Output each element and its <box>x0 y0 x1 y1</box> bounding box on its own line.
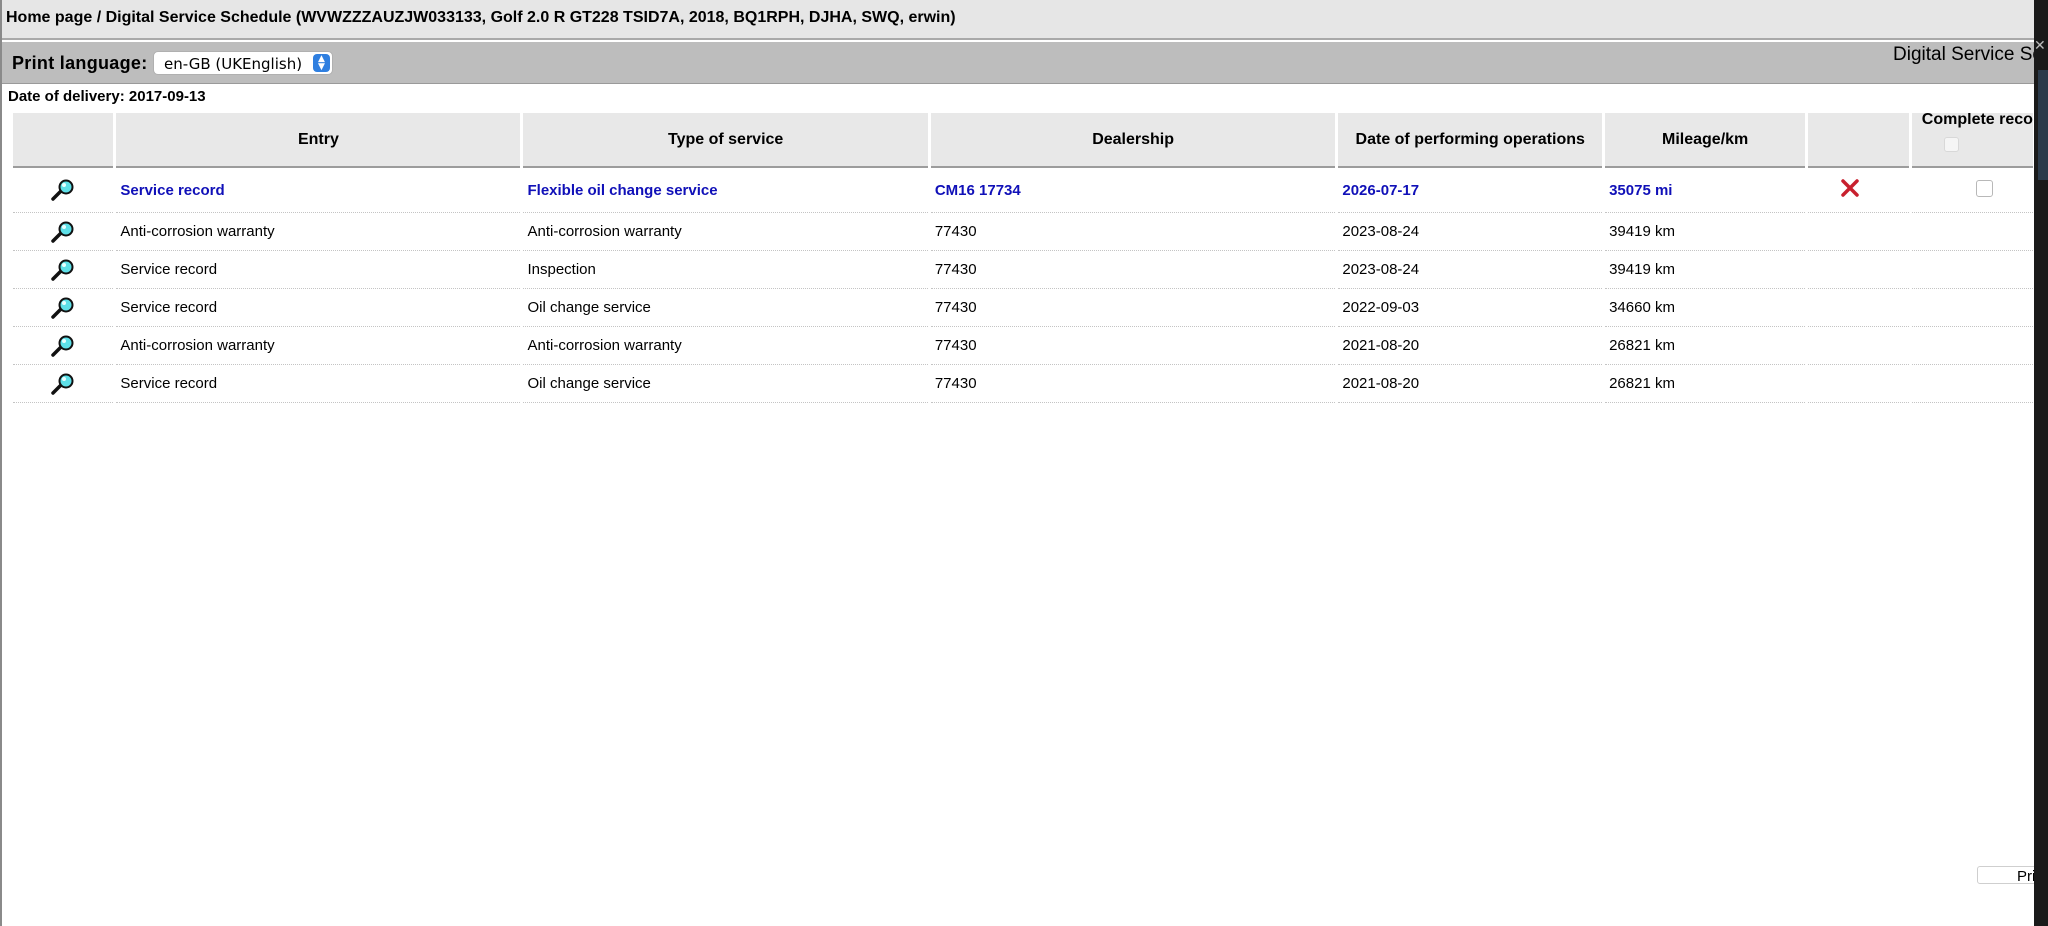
cell-type: Oil change service <box>523 289 928 327</box>
cell-mileage: 39419 km <box>1605 213 1806 251</box>
cell-date: 2021-08-20 <box>1338 365 1603 403</box>
cell-date: 2023-08-24 <box>1338 251 1603 289</box>
header-mileage: Mileage/km <box>1605 113 1806 168</box>
select-all-checkbox[interactable] <box>1943 137 1959 152</box>
complete-record-label: Complete reco <box>1921 113 2033 128</box>
cell-date: 2022-09-03 <box>1338 289 1603 327</box>
cell-mileage: 39419 km <box>1605 251 1806 289</box>
view-cell[interactable] <box>13 365 114 403</box>
cell-mileage: 26821 km <box>1605 327 1806 365</box>
table-header-row: Entry Type of service Dealership Date of… <box>13 113 2033 168</box>
complete-cell <box>1911 251 2033 289</box>
complete-cell <box>1911 168 2033 213</box>
cell-entry: Service record <box>116 365 521 403</box>
side-panel-edge: ✕ <box>2034 0 2048 926</box>
close-icon[interactable]: ✕ <box>2034 38 2046 54</box>
delete-cell <box>1808 365 1909 403</box>
cell-type: Inspection <box>523 251 928 289</box>
complete-cell <box>1911 365 2033 403</box>
cell-entry: Anti-corrosion warranty <box>116 213 521 251</box>
cell-dealership: 77430 <box>930 327 1336 365</box>
table-row[interactable]: Service record Oil change service 77430 … <box>13 365 2033 403</box>
delete-cell[interactable] <box>1808 168 1909 213</box>
cell-entry: Anti-corrosion warranty <box>116 327 521 365</box>
print-language-label: Print language: <box>12 53 148 73</box>
header-complete-record: Complete reco <box>1911 113 2033 168</box>
service-records-table: Entry Type of service Dealership Date of… <box>10 113 2036 403</box>
header-date: Date of performing operations <box>1338 113 1603 168</box>
select-arrows-icon: ▲ ▼ <box>313 54 330 72</box>
cell-dealership: 77430 <box>930 365 1336 403</box>
print-language-value: en-GB (UKEnglish) <box>164 55 303 73</box>
complete-cell <box>1911 289 2033 327</box>
side-tab[interactable] <box>2038 70 2048 180</box>
view-cell[interactable] <box>13 168 114 213</box>
print-language-select[interactable]: en-GB (UKEnglish) ▲ ▼ <box>153 51 333 75</box>
magnifier-icon[interactable] <box>50 373 76 395</box>
cell-mileage: 34660 km <box>1605 289 1806 327</box>
table-row[interactable]: Service record Flexible oil change servi… <box>13 168 2033 213</box>
cell-dealership: 77430 <box>930 251 1336 289</box>
cell-type: Flexible oil change service <box>523 168 928 213</box>
cell-mileage: 26821 km <box>1605 365 1806 403</box>
delete-cell <box>1808 251 1909 289</box>
cell-dealership: 77430 <box>930 289 1336 327</box>
view-cell[interactable] <box>13 251 114 289</box>
header-dealership: Dealership <box>930 113 1336 168</box>
delete-x-icon[interactable] <box>1840 178 1860 198</box>
complete-cell <box>1911 327 2033 365</box>
header-delete <box>1808 113 1909 168</box>
header-entry: Entry <box>116 113 521 168</box>
table-row[interactable]: Anti-corrosion warranty Anti-corrosion w… <box>13 213 2033 251</box>
cell-type: Anti-corrosion warranty <box>523 213 928 251</box>
header-view <box>13 113 114 168</box>
cell-mileage: 35075 mi <box>1605 168 1806 213</box>
delete-cell <box>1808 327 1909 365</box>
delete-cell <box>1808 213 1909 251</box>
magnifier-icon[interactable] <box>50 297 76 319</box>
complete-record-checkbox[interactable] <box>1975 179 1993 197</box>
magnifier-icon[interactable] <box>50 259 76 281</box>
table-row[interactable]: Service record Oil change service 77430 … <box>13 289 2033 327</box>
cell-type: Anti-corrosion warranty <box>523 327 928 365</box>
delete-cell <box>1808 289 1909 327</box>
cell-entry: Service record <box>116 289 521 327</box>
magnifier-icon[interactable] <box>50 335 76 357</box>
breadcrumb: Home page / Digital Service Schedule (WV… <box>2 0 2036 40</box>
cell-entry: Service record <box>116 168 521 213</box>
cell-date: 2023-08-24 <box>1338 213 1603 251</box>
cell-dealership: CM16 17734 <box>930 168 1336 213</box>
cell-dealership: 77430 <box>930 213 1336 251</box>
complete-cell <box>1911 213 2033 251</box>
cell-type: Oil change service <box>523 365 928 403</box>
cell-date: 2026-07-17 <box>1338 168 1603 213</box>
print-toolbar: Print language: en-GB (UKEnglish) ▲ ▼ Dig… <box>2 42 2036 84</box>
view-cell[interactable] <box>13 327 114 365</box>
delivery-date: Date of delivery: 2017-09-13 <box>8 88 206 105</box>
table-row[interactable]: Service record Inspection 77430 2023-08-… <box>13 251 2033 289</box>
header-type-of-service: Type of service <box>523 113 928 168</box>
view-cell[interactable] <box>13 289 114 327</box>
magnifier-icon[interactable] <box>50 221 76 243</box>
cell-date: 2021-08-20 <box>1338 327 1603 365</box>
magnifier-icon[interactable] <box>50 179 76 201</box>
app-title: Digital Service Sc <box>1893 44 2036 65</box>
view-cell[interactable] <box>13 213 114 251</box>
print-button[interactable]: Pri <box>1977 866 2036 885</box>
table-row[interactable]: Anti-corrosion warranty Anti-corrosion w… <box>13 327 2033 365</box>
delivery-value: 2017-09-13 <box>128 88 206 105</box>
main-window: Home page / Digital Service Schedule (WV… <box>0 0 2036 926</box>
cell-entry: Service record <box>116 251 521 289</box>
delivery-label: Date of delivery: <box>8 88 125 105</box>
